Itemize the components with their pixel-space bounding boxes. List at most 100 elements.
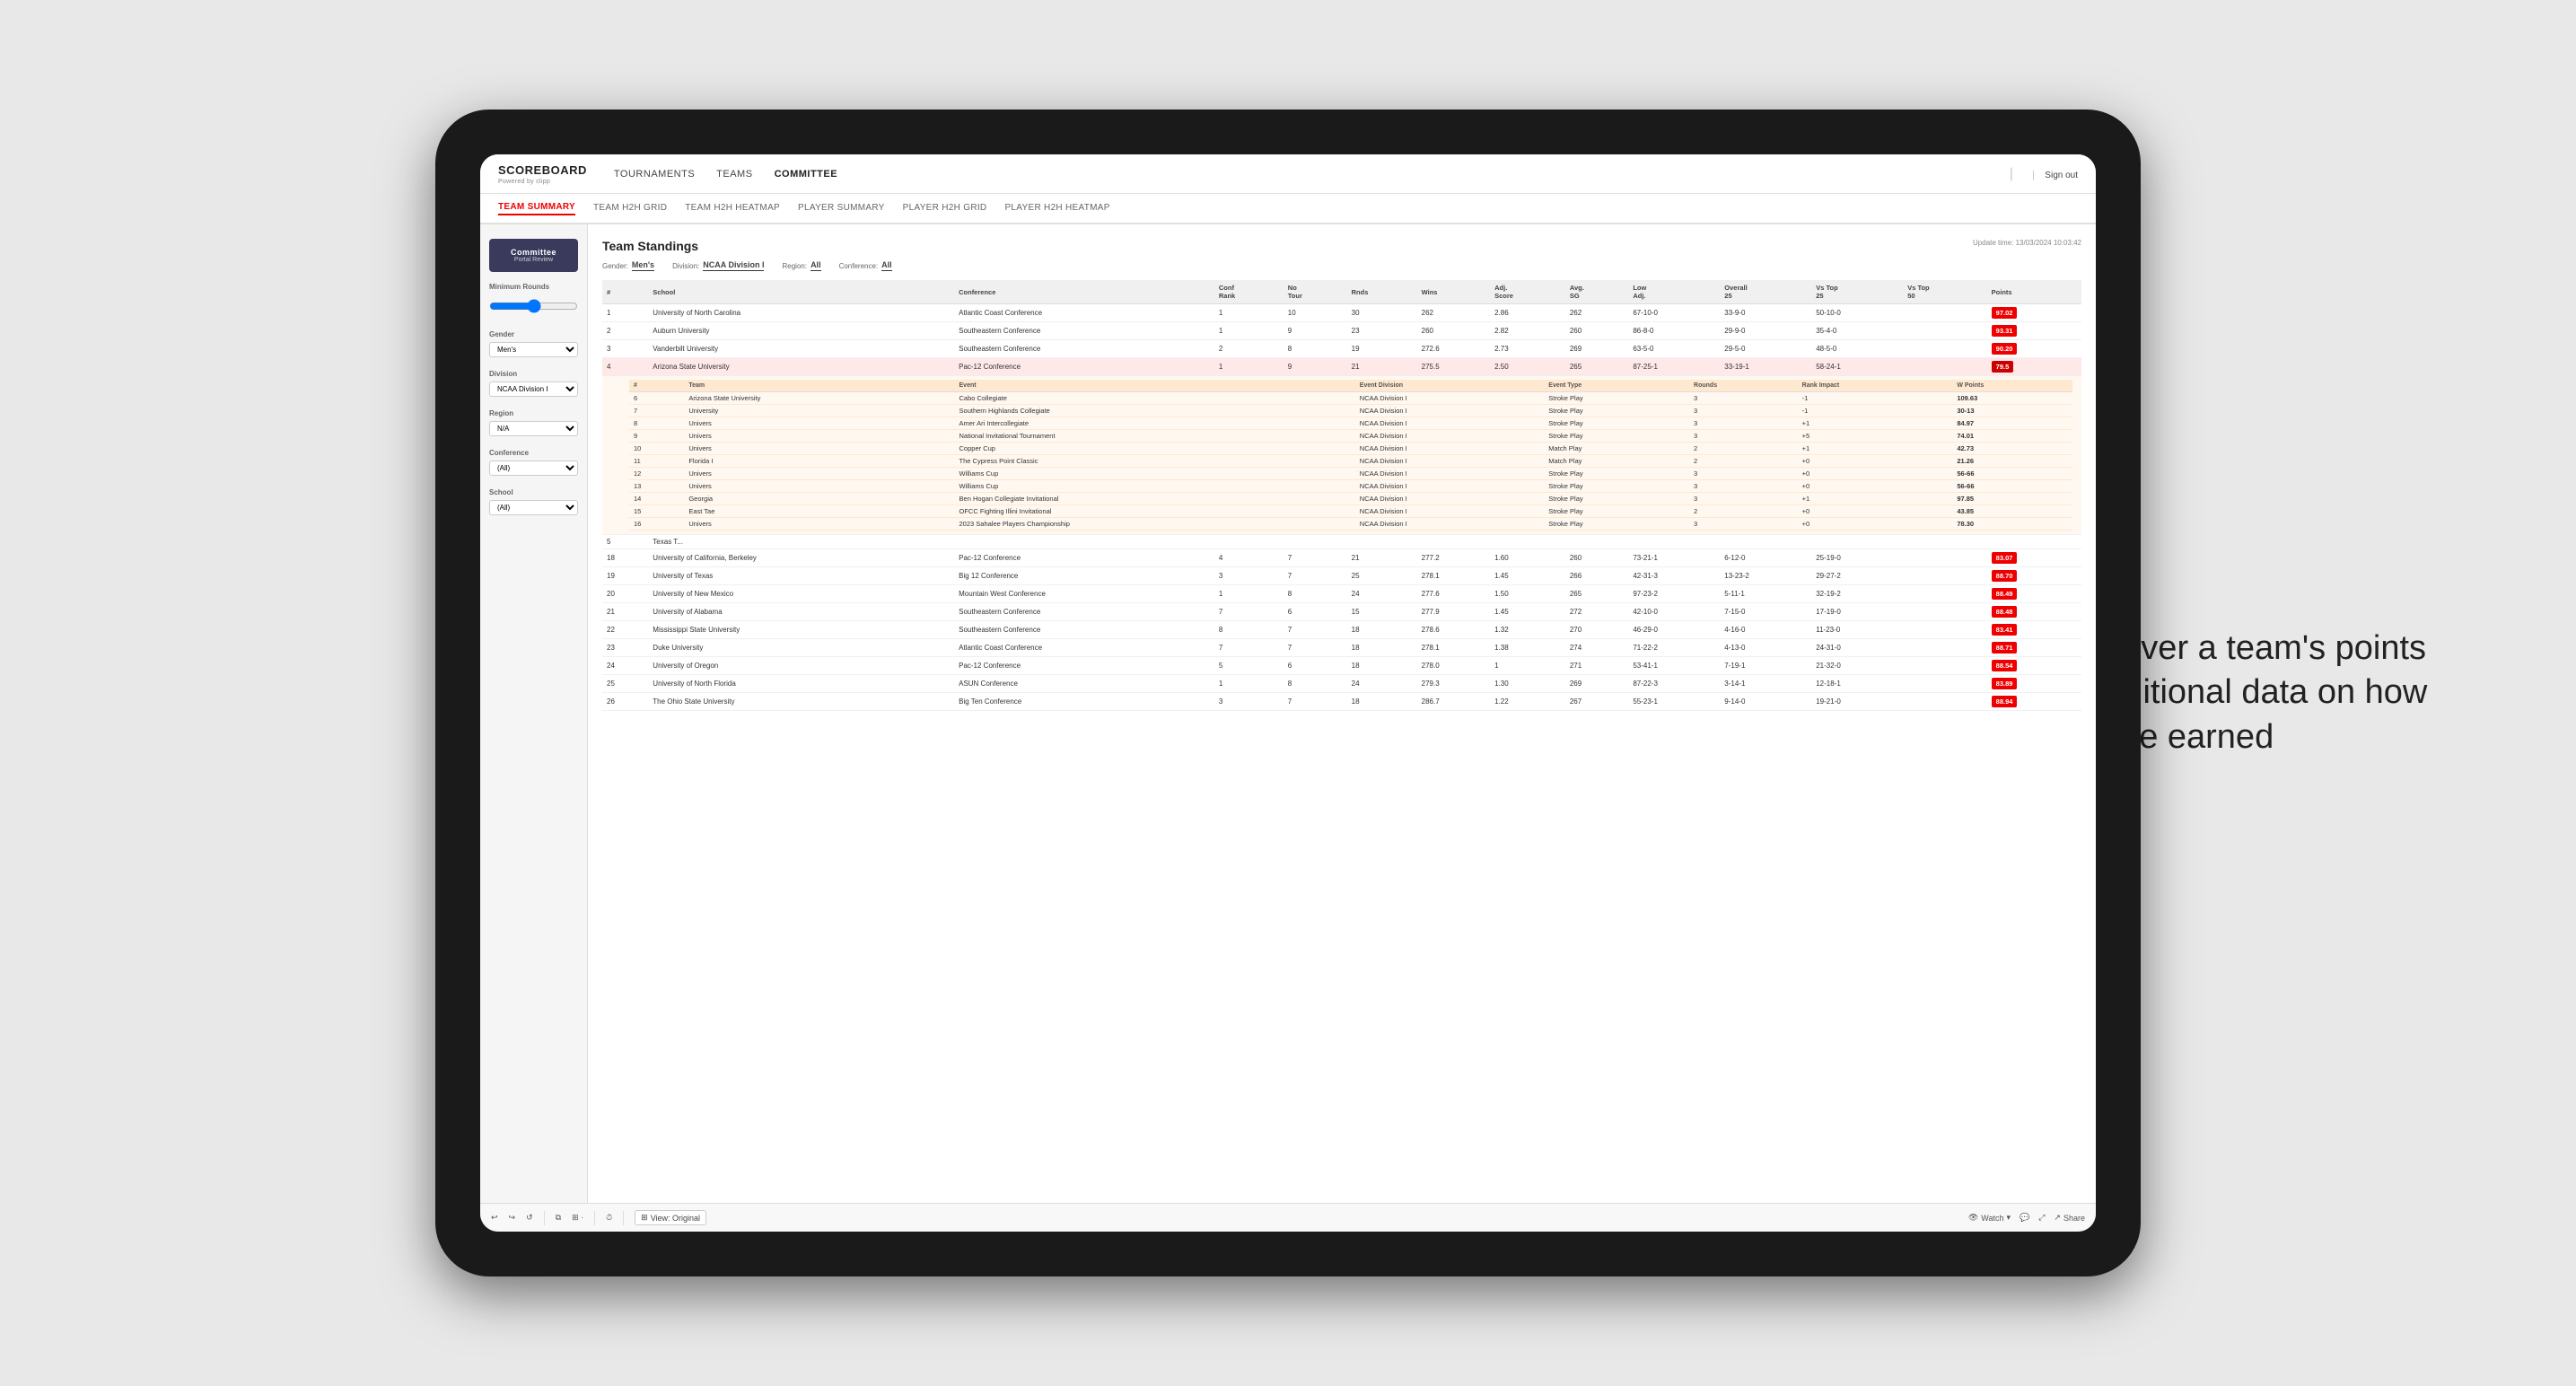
expand-button[interactable]: ⤢ bbox=[2038, 1213, 2045, 1223]
sidebar-gender: Gender Men's bbox=[489, 330, 578, 357]
inner-table-header: # Team Event Event Division Event Type R… bbox=[629, 380, 2072, 392]
sidebar: Committee Portal Review Minimum Rounds G… bbox=[480, 224, 588, 1203]
view-label: View: Original bbox=[651, 1214, 700, 1223]
gender-select[interactable]: Men's bbox=[489, 342, 578, 357]
conference-select[interactable]: (All) bbox=[489, 461, 578, 476]
points-badge[interactable]: 90.20 bbox=[1992, 343, 2018, 355]
table-header-row: # School Conference ConfRank NoTour Rnds… bbox=[602, 280, 2081, 304]
sidebar-school: School (All) bbox=[489, 488, 578, 515]
table-row: 19 University of Texas Big 12 Conference… bbox=[602, 567, 2081, 585]
view-icon: ⊞ bbox=[641, 1213, 648, 1223]
table-row: 18 University of California, Berkeley Pa… bbox=[602, 549, 2081, 567]
share-icon: ↗ bbox=[2054, 1213, 2061, 1223]
inner-table-row: 10 Univers Copper Cup NCAA Division I Ma… bbox=[629, 443, 2072, 455]
points-badge[interactable]: 88.54 bbox=[1992, 660, 2018, 671]
col-school: School bbox=[648, 280, 954, 304]
table-row: 2 Auburn University Southeastern Confere… bbox=[602, 322, 2081, 340]
sign-out[interactable]: Sign out bbox=[2033, 171, 2078, 180]
toolbar-separator-1 bbox=[544, 1211, 545, 1225]
sub-nav-player-summary[interactable]: PLAYER SUMMARY bbox=[798, 203, 885, 215]
col-conference: Conference bbox=[954, 280, 1214, 304]
sidebar-division: Division NCAA Division I bbox=[489, 370, 578, 397]
division-label: Division bbox=[489, 370, 578, 378]
points-badge[interactable]: 88.71 bbox=[1992, 642, 2018, 654]
points-badge[interactable]: 88.48 bbox=[1992, 606, 2018, 618]
col-adj-score: Adj.Score bbox=[1490, 280, 1565, 304]
col-no-tour: NoTour bbox=[1284, 280, 1347, 304]
sidebar-region: Region N/A bbox=[489, 409, 578, 436]
inner-table: # Team Event Event Division Event Type R… bbox=[629, 380, 2072, 531]
points-badge[interactable]: 83.07 bbox=[1992, 552, 2018, 564]
filter-division: Division: NCAA Division I bbox=[672, 260, 764, 271]
region-filter-label: Region: bbox=[782, 262, 807, 270]
sidebar-min-rounds: Minimum Rounds bbox=[489, 283, 578, 318]
logo-area: SCOREBOARD Powered by clipp bbox=[498, 162, 587, 185]
school-select[interactable]: (All) bbox=[489, 500, 578, 515]
points-badge[interactable]: 83.41 bbox=[1992, 624, 2018, 636]
points-badge[interactable]: 93.31 bbox=[1992, 325, 2018, 337]
inner-table-row: 12 Univers Williams Cup NCAA Division I … bbox=[629, 468, 2072, 480]
nav-tournaments[interactable]: TOURNAMENTS bbox=[614, 169, 695, 180]
view-selector[interactable]: ⊞ View: Original bbox=[635, 1210, 706, 1225]
undo-button[interactable]: ↩ bbox=[491, 1213, 498, 1223]
content-area: Team Standings Update time: 13/03/2024 1… bbox=[588, 224, 2096, 1203]
sidebar-conference: Conference (All) bbox=[489, 449, 578, 476]
points-badge[interactable]: 88.94 bbox=[1992, 696, 2018, 707]
inner-table-row: 9 Univers National Invitational Tourname… bbox=[629, 430, 2072, 443]
min-rounds-label: Minimum Rounds bbox=[489, 283, 578, 291]
standings-table: # School Conference ConfRank NoTour Rnds… bbox=[602, 280, 2081, 711]
col-low: LowAdj. bbox=[1628, 280, 1720, 304]
table-row: 3 Vanderbilt University Southeastern Con… bbox=[602, 340, 2081, 358]
filter-gender: Gender: Men's bbox=[602, 260, 654, 271]
main-content: Committee Portal Review Minimum Rounds G… bbox=[480, 224, 2096, 1203]
points-badge[interactable]: 97.02 bbox=[1992, 307, 2018, 319]
reset-button[interactable]: ↺ bbox=[526, 1213, 533, 1223]
division-select[interactable]: NCAA Division I bbox=[489, 382, 578, 397]
region-filter-value: All bbox=[810, 260, 821, 271]
sub-nav-player-h2h-grid[interactable]: PLAYER H2H GRID bbox=[903, 203, 987, 215]
paste-button[interactable]: ⊞ · bbox=[572, 1213, 583, 1223]
nav-links: TOURNAMENTS TEAMS COMMITTEE bbox=[614, 169, 2010, 180]
standings-title: Team Standings bbox=[602, 239, 698, 253]
feedback-button[interactable]: 💬 bbox=[2020, 1213, 2029, 1223]
division-filter-label: Division: bbox=[672, 262, 699, 270]
region-select[interactable]: N/A bbox=[489, 421, 578, 436]
sub-nav-player-h2h-heatmap[interactable]: PLAYER H2H HEATMAP bbox=[1004, 203, 1109, 215]
toolbar-separator-2 bbox=[594, 1211, 595, 1225]
gender-filter-label: Gender: bbox=[602, 262, 628, 270]
table-row: 23 Duke University Atlantic Coast Confer… bbox=[602, 639, 2081, 657]
redo-button[interactable]: ↪ bbox=[509, 1213, 516, 1223]
col-rank: # bbox=[602, 280, 648, 304]
copy-button[interactable]: ⧉ bbox=[556, 1213, 561, 1223]
points-badge-highlighted[interactable]: 79.5 bbox=[1992, 361, 2014, 373]
tablet-device: SCOREBOARD Powered by clipp TOURNAMENTS … bbox=[435, 110, 2141, 1276]
sub-nav-team-h2h-heatmap[interactable]: TEAM H2H HEATMAP bbox=[685, 203, 780, 215]
bottom-toolbar: ↩ ↪ ↺ ⧉ ⊞ · ⏱ ⊞ View: Original 👁 Watch ▾… bbox=[480, 1203, 2096, 1232]
col-conf-rank: ConfRank bbox=[1214, 280, 1284, 304]
toolbar-separator-3 bbox=[623, 1211, 624, 1225]
points-badge[interactable]: 88.70 bbox=[1992, 570, 2018, 582]
nav-teams[interactable]: TEAMS bbox=[716, 169, 752, 180]
table-row-highlighted: 4 Arizona State University Pac-12 Confer… bbox=[602, 358, 2081, 376]
points-badge[interactable]: 88.49 bbox=[1992, 588, 2018, 600]
table-row: 5 Texas T... bbox=[602, 535, 2081, 549]
sub-nav-team-h2h-grid[interactable]: TEAM H2H GRID bbox=[593, 203, 667, 215]
nav-committee[interactable]: COMMITTEE bbox=[775, 169, 838, 180]
inner-table-row: 8 Univers Amer Ari Intercollegiate NCAA … bbox=[629, 417, 2072, 430]
conference-filter-label: Conference: bbox=[839, 262, 879, 270]
table-row: 24 University of Oregon Pac-12 Conferenc… bbox=[602, 657, 2081, 675]
col-vs25: Vs Top25 bbox=[1811, 280, 1903, 304]
watch-icon: 👁 bbox=[1968, 1213, 1978, 1223]
share-button[interactable]: ↗ Share bbox=[2054, 1213, 2085, 1223]
col-avg-sg: Avg.SG bbox=[1565, 280, 1629, 304]
col-overall: Overall25 bbox=[1720, 280, 1811, 304]
watch-button[interactable]: 👁 Watch ▾ bbox=[1968, 1213, 2011, 1223]
min-rounds-slider[interactable] bbox=[489, 296, 578, 316]
clock-button[interactable]: ⏱ bbox=[606, 1213, 612, 1223]
filter-conference: Conference: All bbox=[839, 260, 892, 271]
sub-nav-team-summary[interactable]: TEAM SUMMARY bbox=[498, 202, 575, 215]
update-time: Update time: 13/03/2024 10:03:42 bbox=[1973, 239, 2081, 247]
points-badge[interactable]: 83.89 bbox=[1992, 678, 2018, 689]
col-points: Points bbox=[1987, 280, 2081, 304]
school-label: School bbox=[489, 488, 578, 496]
